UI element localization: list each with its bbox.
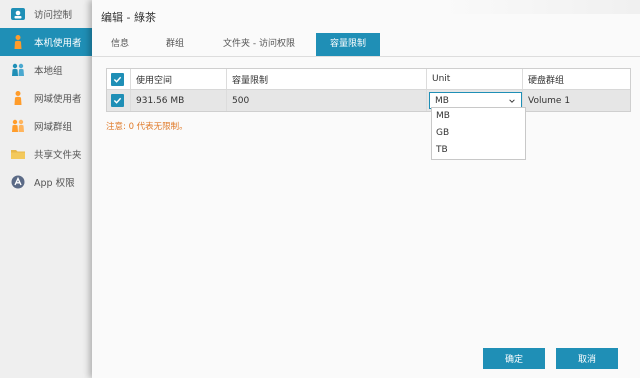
domain-user-icon [10, 90, 26, 106]
sidebar: 访问控制 本机使用者 本地组 网域使用者 网域群组 共享文件夹 App 权限 [0, 0, 95, 378]
dialog-title: 编辑 - 綠茶 [101, 11, 156, 24]
tab-bar: 信息 群组 文件夹 - 访问权限 容量限制 [92, 33, 640, 57]
sidebar-item-label: 共享文件夹 [34, 150, 82, 161]
sidebar-item-label: 网域群组 [34, 122, 73, 133]
table-row: 931.56 MB 500 MB Volume 1 [107, 90, 630, 111]
checkmark-icon [113, 97, 122, 104]
unit-select-value: MB [435, 95, 449, 106]
quota-note: 注意: 0 代表无限制。 [106, 122, 188, 132]
sidebar-item-label: App 权限 [34, 178, 75, 189]
local-user-icon [10, 34, 26, 50]
quota-table: 使用空间 容量限制 Unit 硬盘群组 931.56 MB 500 MB Vol… [106, 68, 631, 112]
app-permission-icon [10, 174, 26, 190]
title-bar-fade [440, 0, 640, 14]
header-unit: Unit [427, 69, 523, 89]
local-group-icon [10, 62, 26, 78]
checkmark-icon [113, 76, 122, 83]
shared-folder-icon [10, 146, 26, 162]
domain-group-icon [10, 118, 26, 134]
quota-input[interactable]: 500 [227, 90, 427, 111]
sidebar-item-local-group[interactable]: 本地组 [0, 56, 94, 84]
unit-dropdown-list: MB GB TB [431, 107, 526, 160]
tab-info[interactable]: 信息 [105, 33, 135, 56]
ok-button[interactable]: 确定 [483, 348, 545, 369]
table-header-row: 使用空间 容量限制 Unit 硬盘群组 [107, 69, 630, 90]
select-all-checkbox[interactable] [111, 72, 124, 86]
edit-user-dialog: 编辑 - 綠茶 信息 群组 文件夹 - 访问权限 容量限制 使用空间 容量限制 … [92, 0, 640, 378]
sidebar-item-label: 本机使用者 [34, 38, 82, 49]
sidebar-item-domain-user[interactable]: 网域使用者 [0, 84, 94, 112]
used-space-value: 931.56 MB [131, 90, 227, 111]
sidebar-item-app-permission[interactable]: App 权限 [0, 168, 94, 196]
unit-option-mb[interactable]: MB [432, 108, 525, 125]
chevron-down-icon [509, 98, 515, 103]
sidebar-item-local-user[interactable]: 本机使用者 [0, 28, 94, 56]
unit-option-gb[interactable]: GB [432, 125, 525, 142]
sidebar-item-access-control[interactable]: 访问控制 [0, 0, 94, 28]
sidebar-item-label: 访问控制 [34, 10, 73, 21]
tab-quota[interactable]: 容量限制 [316, 33, 380, 56]
cancel-button[interactable]: 取消 [556, 348, 618, 369]
tab-groups[interactable]: 群组 [160, 33, 190, 56]
header-quota: 容量限制 [227, 69, 427, 89]
sidebar-item-domain-group[interactable]: 网域群组 [0, 112, 94, 140]
sidebar-item-label: 本地组 [34, 66, 63, 77]
access-control-icon [10, 6, 26, 22]
sidebar-item-shared-folder[interactable]: 共享文件夹 [0, 140, 94, 168]
header-volume: 硬盘群组 [528, 75, 565, 86]
volume-value: Volume 1 [528, 95, 571, 106]
unit-option-tb[interactable]: TB [432, 142, 525, 159]
tab-folder-access[interactable]: 文件夹 - 访问权限 [220, 33, 298, 56]
header-used-space: 使用空间 [131, 69, 227, 89]
sidebar-item-label: 网域使用者 [34, 94, 82, 105]
row-checkbox[interactable] [111, 94, 124, 107]
